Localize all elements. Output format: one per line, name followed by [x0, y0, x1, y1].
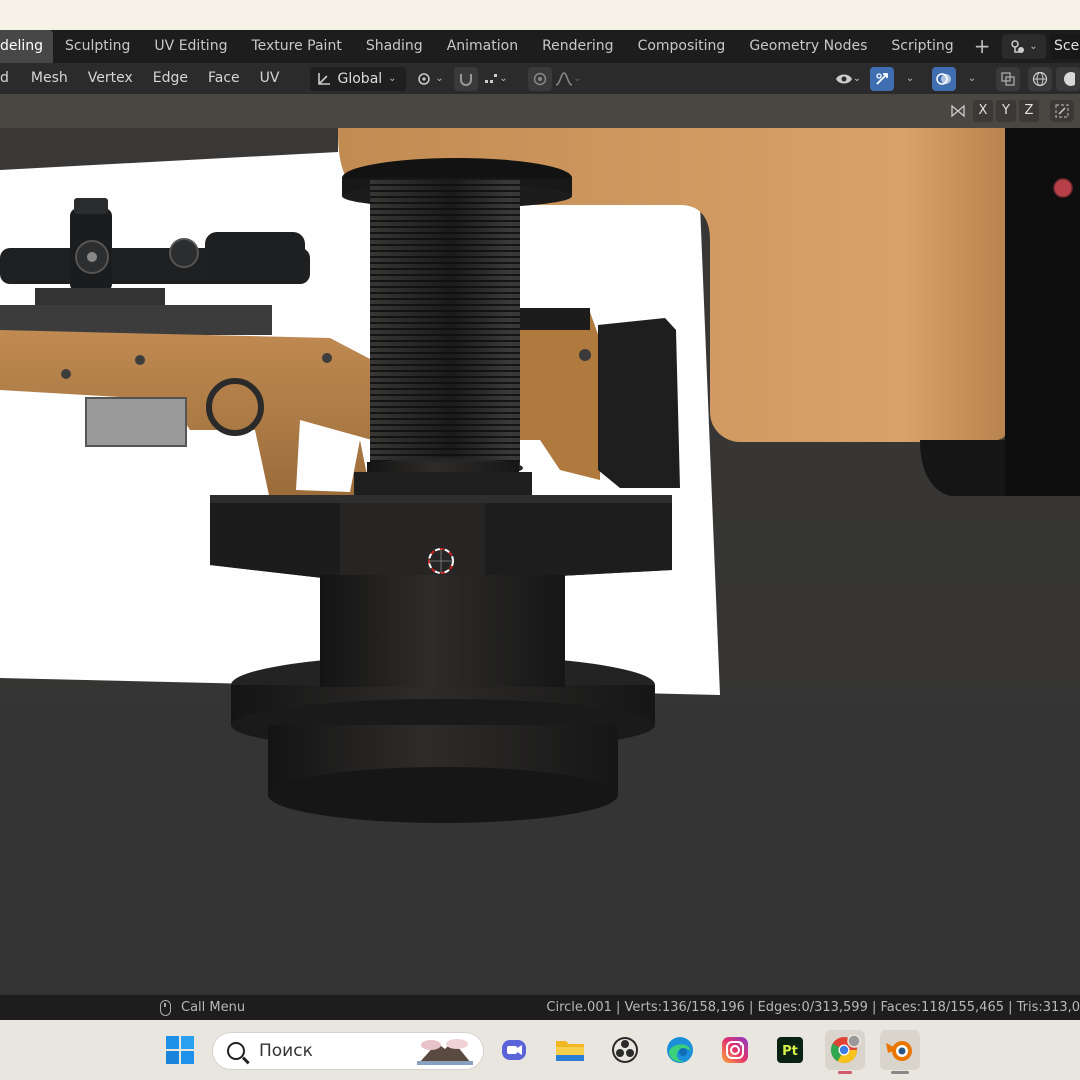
transform-orientation-dropdown[interactable]: Global ⌄ — [309, 66, 406, 91]
orientation-icon — [317, 72, 330, 85]
gizmo-toggle[interactable] — [870, 66, 894, 91]
scene-name-field[interactable]: Scen — [1050, 34, 1080, 59]
video-chat-app-icon[interactable] — [494, 1030, 534, 1070]
viewport-header-right: ⌄ ⌄ ⌄ — [830, 63, 1080, 94]
pivot-point-button[interactable]: ⌄ — [414, 67, 448, 91]
chrome-running-indicator — [838, 1071, 852, 1074]
menu-edge[interactable]: Edge — [143, 63, 198, 94]
scene-selector: ⌄ Scen — [1002, 34, 1080, 59]
search-placeholder: Поиск — [259, 1041, 313, 1061]
overlays-icon — [936, 72, 951, 85]
tab-scripting[interactable]: Scripting — [879, 30, 965, 63]
tab-geometry-nodes[interactable]: Geometry Nodes — [737, 30, 879, 63]
wireframe-shading-button[interactable] — [1028, 66, 1052, 91]
xray-icon — [1001, 71, 1015, 86]
blender-window: deling Sculpting UV Editing Texture Pain… — [0, 0, 1080, 1080]
instagram-icon[interactable] — [715, 1030, 755, 1070]
tab-shading[interactable]: Shading — [354, 30, 435, 63]
tab-sculpting[interactable]: Sculpting — [53, 30, 142, 63]
chrome-browser-icon[interactable] — [825, 1030, 865, 1070]
add-workspace-icon[interactable]: + — [966, 30, 999, 63]
mirror-axes: X Y Z — [946, 100, 1074, 122]
status-hint: Call Menu — [160, 995, 245, 1020]
scene-type-dropdown[interactable]: ⌄ — [1002, 34, 1046, 59]
mirror-y-toggle[interactable]: Y — [996, 100, 1016, 122]
edge-browser-icon[interactable] — [660, 1030, 700, 1070]
gizmo-dropdown[interactable]: ⌄ — [898, 67, 922, 91]
snap-increment-icon — [485, 73, 498, 83]
overlays-dropdown[interactable]: ⌄ — [960, 67, 984, 91]
eye-icon — [835, 74, 852, 83]
windows-start-icon[interactable] — [160, 1030, 200, 1070]
tab-modeling[interactable]: deling — [0, 30, 54, 63]
mirror-z-toggle[interactable]: Z — [1019, 100, 1039, 122]
3d-viewport[interactable]: X Y Z — [0, 94, 1080, 995]
file-explorer-icon[interactable] — [550, 1030, 590, 1070]
tab-texture-paint[interactable]: Texture Paint — [239, 30, 353, 63]
menu-face[interactable]: Face — [198, 63, 250, 94]
chevron-down-icon: ⌄ — [1029, 41, 1038, 52]
viewport-header: d Mesh Vertex Edge Face UV Global ⌄ ⌄ ⌄ … — [0, 63, 1080, 94]
viewport-toolbar-strip — [0, 94, 1080, 128]
proportional-icon — [533, 72, 546, 85]
browser-strip — [0, 0, 1080, 30]
scene-statistics: Circle.001 | Verts:136/158,196 | Edges:0… — [546, 1000, 1080, 1015]
substance-painter-icon[interactable]: Pt — [770, 1030, 810, 1070]
magnet-icon — [459, 73, 472, 86]
status-hint-text: Call Menu — [181, 1000, 246, 1015]
search-icon — [227, 1042, 245, 1060]
status-bar: Call Menu Circle.001 | Verts:136/158,196… — [0, 995, 1080, 1020]
obs-studio-icon[interactable] — [605, 1030, 645, 1070]
menu-add[interactable]: d — [0, 63, 21, 94]
mirror-x-toggle[interactable]: X — [973, 100, 993, 122]
falloff-dropdown[interactable]: ⌄ — [552, 67, 586, 91]
snap-target-dropdown[interactable]: ⌄ — [478, 67, 514, 91]
overlays-toggle[interactable] — [932, 66, 956, 91]
auto-merge-icon[interactable] — [1050, 100, 1074, 122]
solid-sphere-icon — [1064, 71, 1075, 86]
solid-shading-button[interactable] — [1056, 66, 1080, 91]
scene-render — [0, 94, 1080, 995]
blender-running-indicator — [891, 1071, 909, 1074]
menu-uv[interactable]: UV — [250, 63, 290, 94]
butterfly-symmetry-icon[interactable] — [946, 100, 970, 122]
tab-rendering[interactable]: Rendering — [530, 30, 626, 63]
orientation-label: Global — [337, 70, 383, 87]
tab-animation[interactable]: Animation — [435, 30, 530, 63]
proportional-editing-toggle[interactable] — [527, 66, 552, 91]
taskbar-search[interactable]: Поиск — [212, 1032, 484, 1070]
windows-taskbar: Поиск Pt — [0, 1020, 1080, 1080]
blender-app-icon[interactable] — [880, 1030, 920, 1070]
wireframe-sphere-icon — [1032, 71, 1048, 86]
falloff-curve-icon — [556, 71, 573, 86]
svg-text:Pt: Pt — [782, 1044, 798, 1059]
tab-compositing[interactable]: Compositing — [626, 30, 738, 63]
menu-vertex[interactable]: Vertex — [78, 63, 143, 94]
workspace-tabs: deling Sculpting UV Editing Texture Pain… — [0, 30, 1080, 63]
menu-mesh[interactable]: Mesh — [21, 63, 78, 94]
snap-toggle[interactable] — [453, 66, 478, 91]
search-highlight-icon — [417, 1039, 473, 1065]
xray-toggle[interactable] — [996, 66, 1020, 91]
scene-icon — [1011, 39, 1025, 53]
tab-uv-editing[interactable]: UV Editing — [142, 30, 239, 63]
visibility-dropdown[interactable]: ⌄ — [830, 67, 866, 91]
chevron-down-icon: ⌄ — [388, 73, 397, 84]
mouse-icon — [160, 1000, 171, 1016]
pivot-icon — [418, 72, 431, 85]
gizmo-icon — [876, 72, 888, 85]
